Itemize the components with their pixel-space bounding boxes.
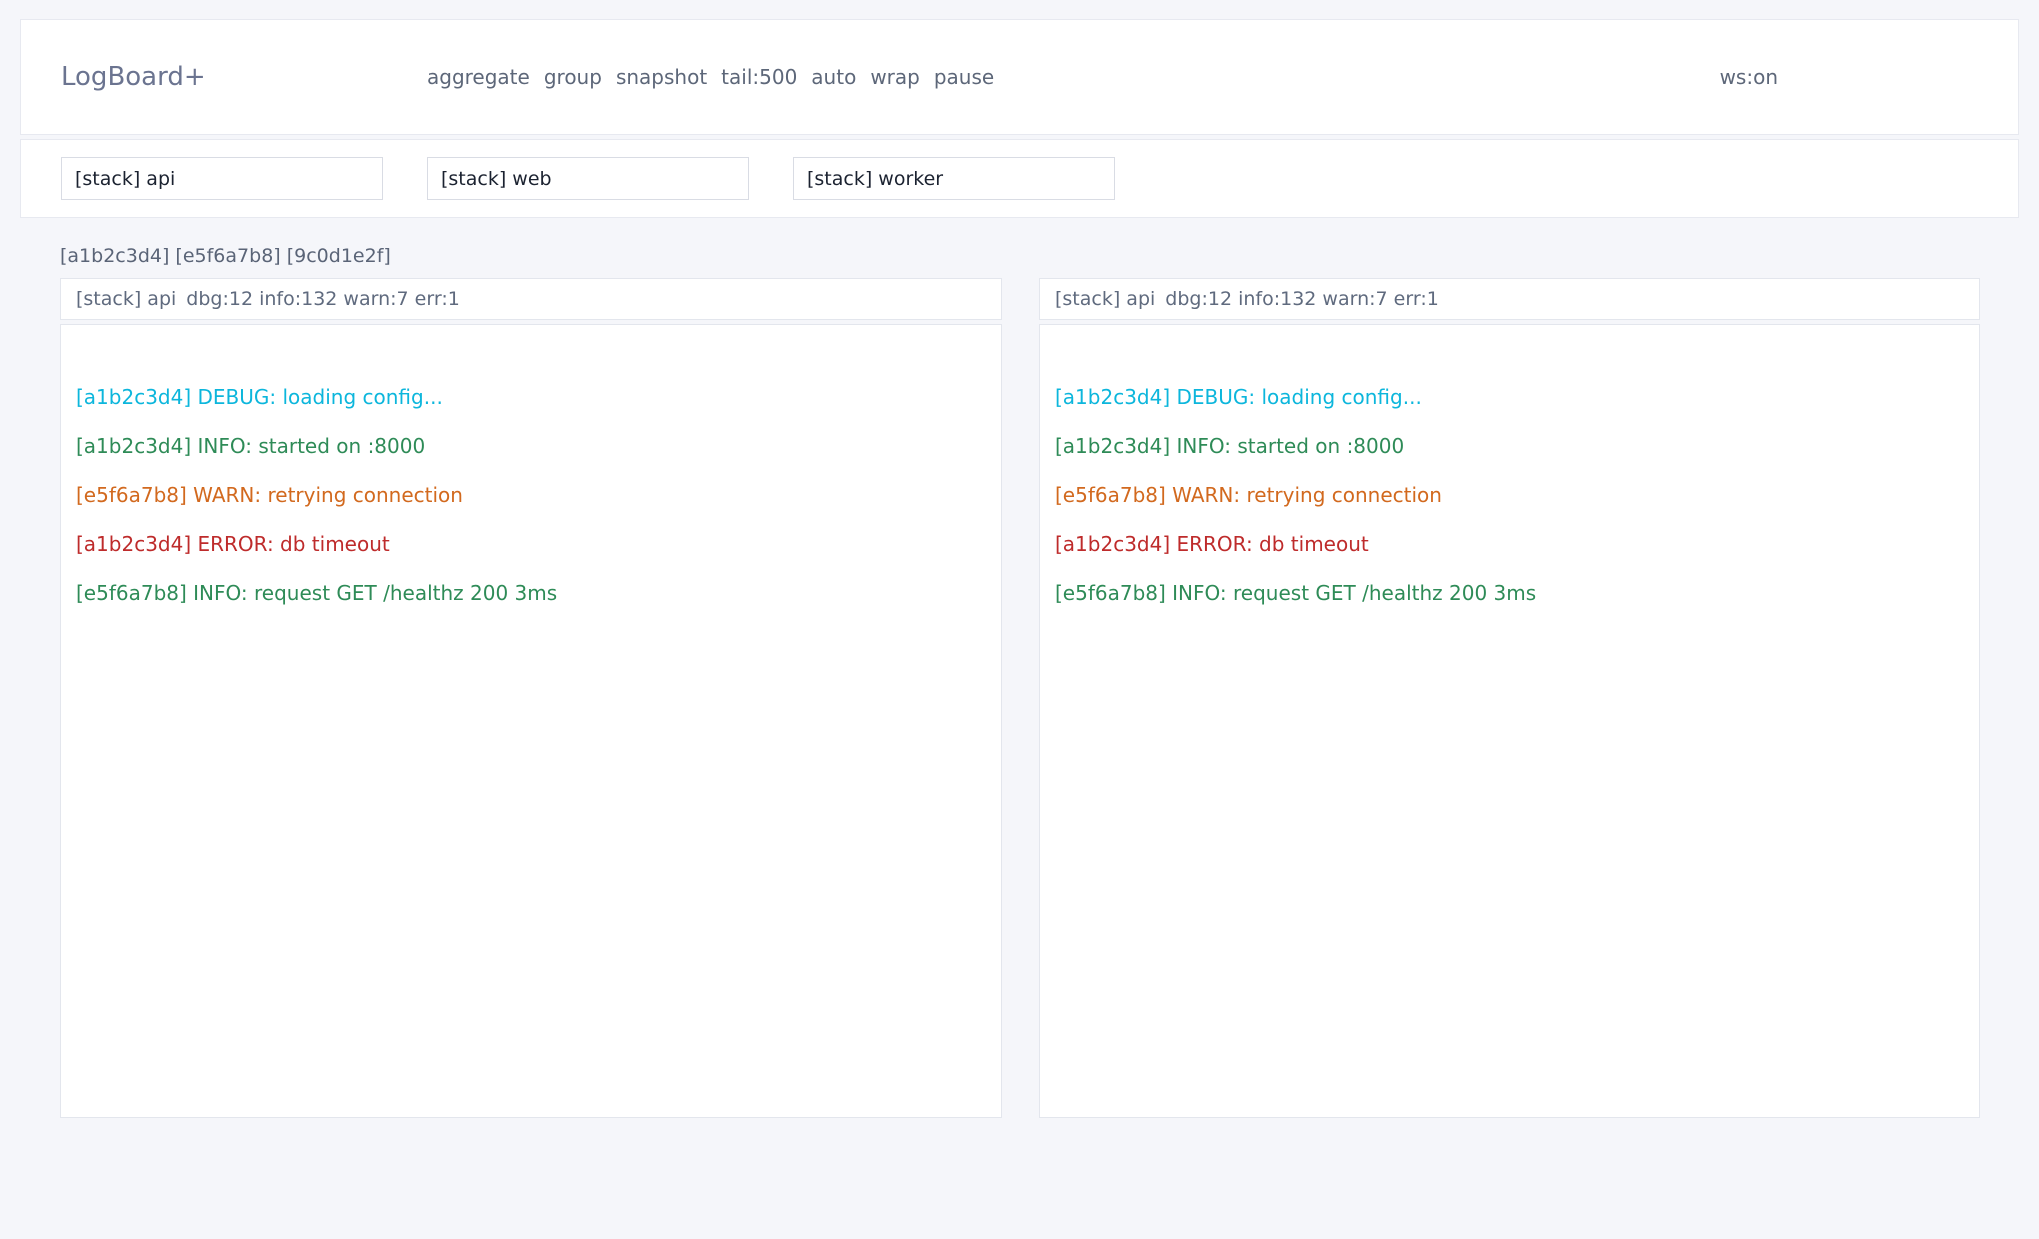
log-line-warn: [e5f6a7b8] WARN: retrying connection (1055, 471, 1964, 520)
toolbar-item-wrap[interactable]: wrap (870, 65, 920, 89)
log-body[interactable]: [a1b2c3d4] DEBUG: loading config...[a1b2… (60, 324, 1002, 1118)
log-body[interactable]: [a1b2c3d4] DEBUG: loading config...[a1b2… (1039, 324, 1980, 1118)
log-line-info: [e5f6a7b8] INFO: request GET /healthz 20… (1055, 569, 1964, 618)
log-line-info: [a1b2c3d4] INFO: started on :8000 (1055, 422, 1964, 471)
toolbar: aggregate group snapshot tail:500 auto wrappa… (427, 65, 994, 89)
request-ids-label: [a1b2c3d4] [e5f6a7b8] [9c0d1e2f] (60, 245, 391, 267)
toolbar-item-auto[interactable]: auto (811, 65, 856, 89)
log-line-debug: [a1b2c3d4] DEBUG: loading config... (1055, 373, 1964, 422)
log-line-error: [a1b2c3d4] ERROR: db timeout (76, 520, 986, 569)
log-line-error: [a1b2c3d4] ERROR: db timeout (1055, 520, 1964, 569)
app-header: LogBoard+ aggregate group snapshot tail:500… (20, 19, 2019, 135)
filter-input-web[interactable] (427, 157, 749, 200)
filter-input-worker[interactable] (793, 157, 1115, 200)
filter-input-api[interactable] (61, 157, 383, 200)
filter-bar (20, 139, 2019, 218)
panel-header: [stack] api dbg:12 info:132 warn:7 err:1 (60, 278, 1002, 320)
panel-source-label: [stack] api (76, 288, 176, 310)
log-line-info: [e5f6a7b8] INFO: request GET /healthz 20… (76, 569, 986, 618)
log-line-info: [a1b2c3d4] INFO: started on :8000 (76, 422, 986, 471)
log-line-warn: [e5f6a7b8] WARN: retrying connection (76, 471, 986, 520)
toolbar-item-tail-500[interactable]: tail:500 (721, 65, 797, 89)
ws-status-badge: ws:on (1720, 65, 1778, 89)
log-panel-right: [stack] api dbg:12 info:132 warn:7 err:1… (1039, 278, 1980, 1118)
toolbar-item-aggregate[interactable]: aggregate (427, 65, 530, 89)
log-line-debug: [a1b2c3d4] DEBUG: loading config... (76, 373, 986, 422)
panel-counts-label: dbg:12 info:132 warn:7 err:1 (186, 288, 460, 310)
toolbar-item-snapshot[interactable]: snapshot (616, 65, 707, 89)
app-title: LogBoard+ (61, 62, 427, 92)
panel-source-label: [stack] api (1055, 288, 1155, 310)
toolbar-item-group[interactable]: group (544, 65, 602, 89)
log-panel-left: [stack] api dbg:12 info:132 warn:7 err:1… (60, 278, 1002, 1118)
panel-counts-label: dbg:12 info:132 warn:7 err:1 (1165, 288, 1439, 310)
toolbar-item-pause[interactable]: pause (934, 65, 994, 89)
panel-header: [stack] api dbg:12 info:132 warn:7 err:1 (1039, 278, 1980, 320)
